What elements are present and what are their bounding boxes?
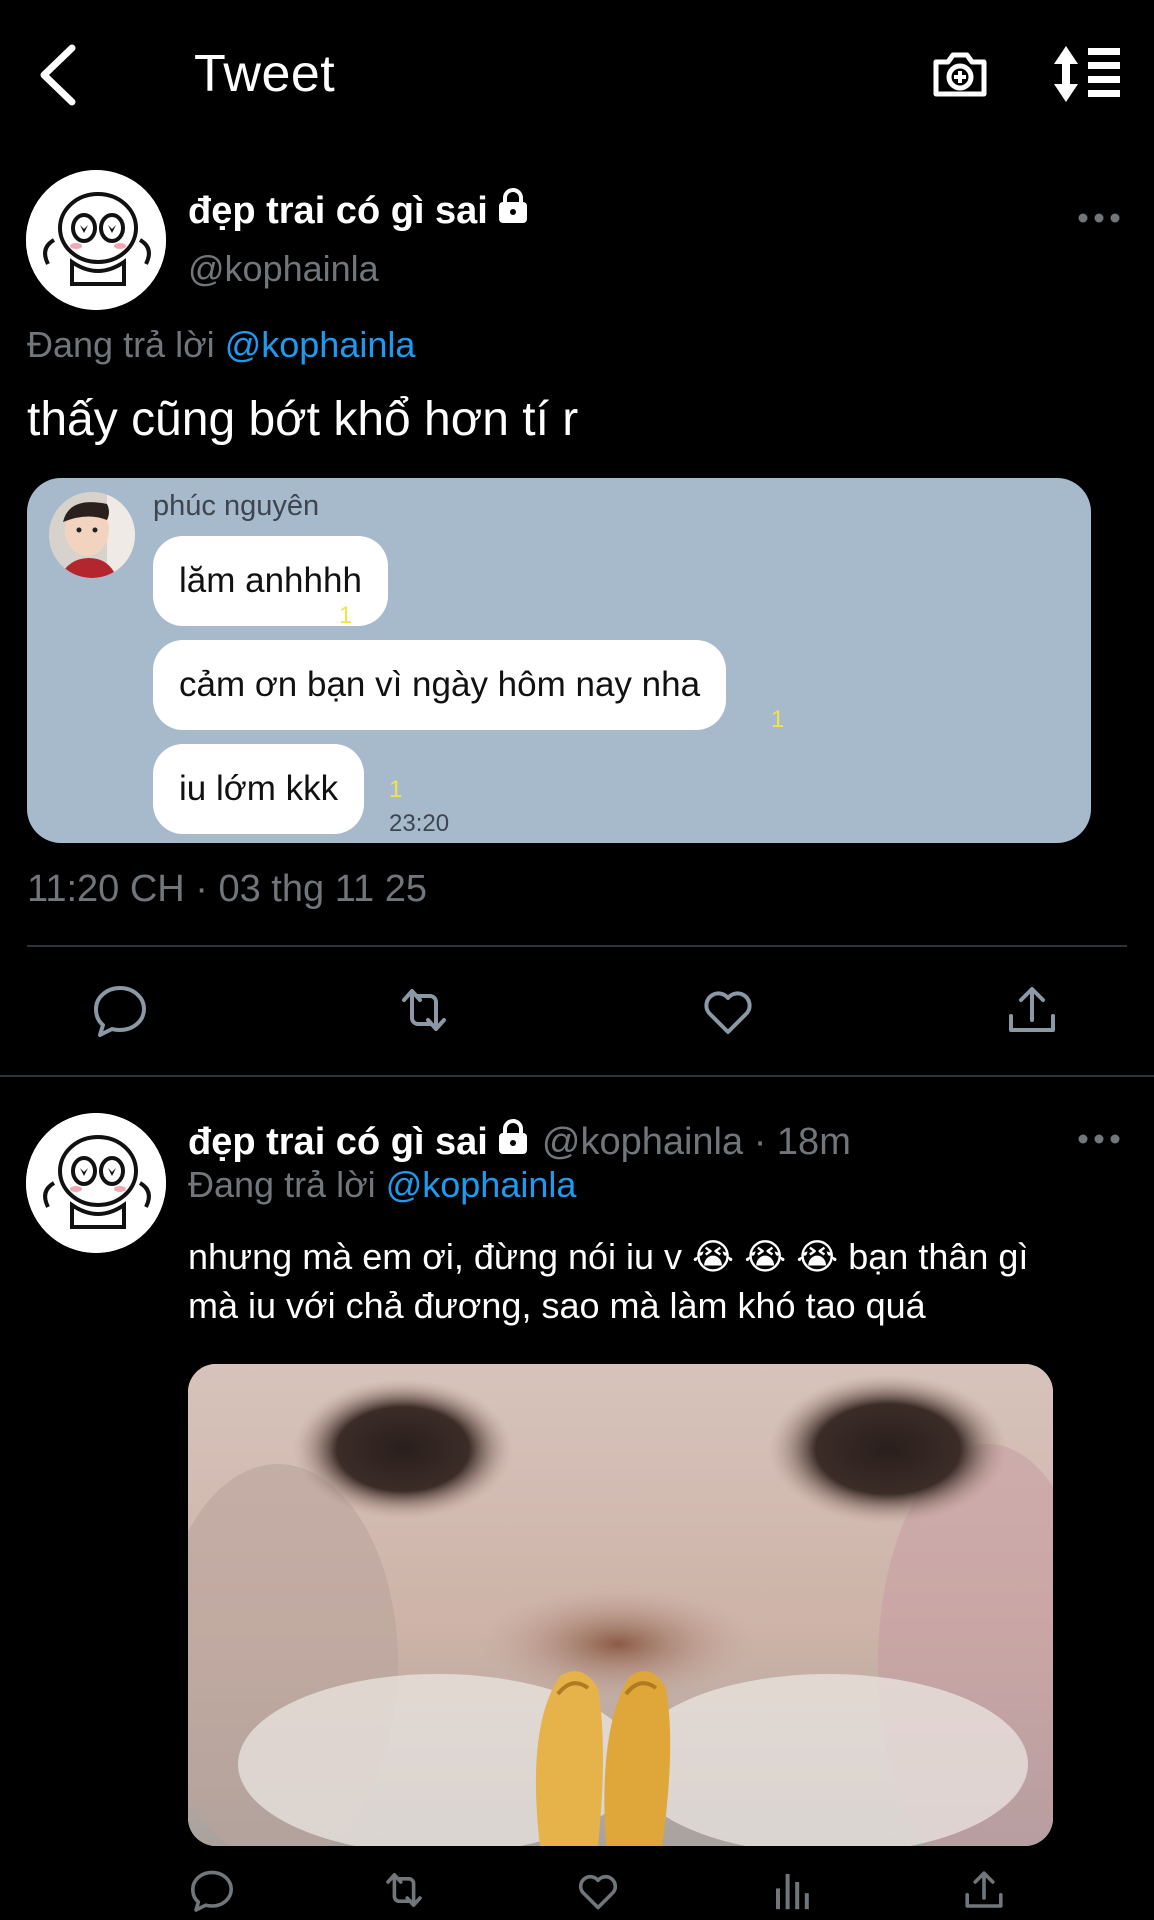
heart-icon bbox=[704, 991, 752, 1034]
avatar[interactable] bbox=[26, 1113, 166, 1253]
avatar[interactable] bbox=[26, 170, 166, 310]
handle[interactable]: @kophainla bbox=[542, 1121, 743, 1163]
tweet-timestamp: 11:20 CH · 03 thg 11 25 bbox=[27, 868, 427, 910]
share-button[interactable] bbox=[960, 1866, 1008, 1914]
divider bbox=[27, 945, 1127, 947]
tweet-text: nhưng mà em ơi, đừng nói iu v 😭 😭 😭 bạn … bbox=[188, 1236, 1029, 1326]
comment-icon bbox=[191, 1870, 233, 1912]
tweet-text: thấy cũng bớt khổ hơn tí r bbox=[27, 393, 579, 446]
reply-button[interactable] bbox=[188, 1866, 236, 1914]
chevron-left-icon bbox=[40, 44, 76, 106]
read-receipt: 1 bbox=[771, 706, 785, 733]
read-receipt: 1 bbox=[339, 602, 353, 629]
camera-button[interactable] bbox=[930, 44, 990, 104]
chat-sender-name: phúc nguyên bbox=[153, 490, 320, 522]
divider bbox=[0, 1075, 1154, 1077]
display-name[interactable]: đẹp trai có gì sai bbox=[188, 1121, 488, 1163]
reply-header: đẹp trai có gì sai @kophainla · 18m bbox=[188, 1118, 851, 1164]
like-button[interactable] bbox=[574, 1866, 622, 1914]
tweet-image[interactable] bbox=[188, 1364, 1053, 1846]
chat-bubble: cảm ơn bạn vì ngày hôm nay nha bbox=[153, 640, 727, 730]
more-horizontal-icon bbox=[1078, 1134, 1120, 1144]
like-button[interactable] bbox=[698, 980, 758, 1040]
more-options-button[interactable] bbox=[1074, 1124, 1124, 1154]
sort-button[interactable] bbox=[1052, 44, 1124, 104]
camera-plus-icon bbox=[933, 52, 987, 97]
tweet-age: 18m bbox=[776, 1121, 851, 1163]
retweet-button[interactable] bbox=[380, 1866, 428, 1914]
chat-avatar bbox=[49, 492, 135, 578]
attached-chat-screenshot[interactable]: phúc nguyên lăm anhhhh 1 cảm ơn bạn vì n… bbox=[27, 478, 1091, 843]
mention-link[interactable]: @kophainla bbox=[386, 1164, 577, 1205]
heart-icon bbox=[578, 1874, 618, 1910]
reply-button[interactable] bbox=[90, 980, 150, 1040]
replying-to: Đang trả lời @kophainla bbox=[188, 1164, 577, 1205]
share-icon bbox=[965, 1871, 1003, 1908]
lock-icon bbox=[498, 1119, 527, 1154]
retweet-button[interactable] bbox=[394, 980, 454, 1040]
chat-bubble: iu lớm kkk bbox=[153, 744, 365, 834]
read-receipt: 1 bbox=[389, 776, 403, 803]
display-name[interactable]: đẹp trai có gì sai bbox=[188, 187, 530, 233]
share-icon bbox=[1009, 987, 1055, 1032]
top-bar: Tweet bbox=[0, 0, 1154, 150]
page-title: Tweet bbox=[194, 45, 336, 103]
replying-to: Đang trả lời @kophainla bbox=[27, 324, 416, 365]
lock-icon bbox=[498, 188, 527, 223]
chat-bubble: lăm anhhhh bbox=[153, 536, 388, 626]
comment-icon bbox=[94, 986, 146, 1037]
mention-link[interactable]: @kophainla bbox=[225, 324, 416, 365]
handle[interactable]: @kophainla bbox=[188, 248, 379, 290]
views-button[interactable] bbox=[768, 1866, 816, 1914]
sort-list-icon bbox=[1054, 46, 1120, 102]
share-button[interactable] bbox=[1002, 980, 1062, 1040]
more-horizontal-icon bbox=[1078, 213, 1120, 223]
chat-timestamp: 23:20 bbox=[389, 810, 450, 837]
retweet-icon bbox=[402, 989, 446, 1031]
analytics-icon bbox=[776, 1874, 809, 1910]
back-button[interactable] bbox=[34, 42, 84, 108]
more-options-button[interactable] bbox=[1074, 203, 1124, 233]
retweet-icon bbox=[386, 1873, 422, 1907]
